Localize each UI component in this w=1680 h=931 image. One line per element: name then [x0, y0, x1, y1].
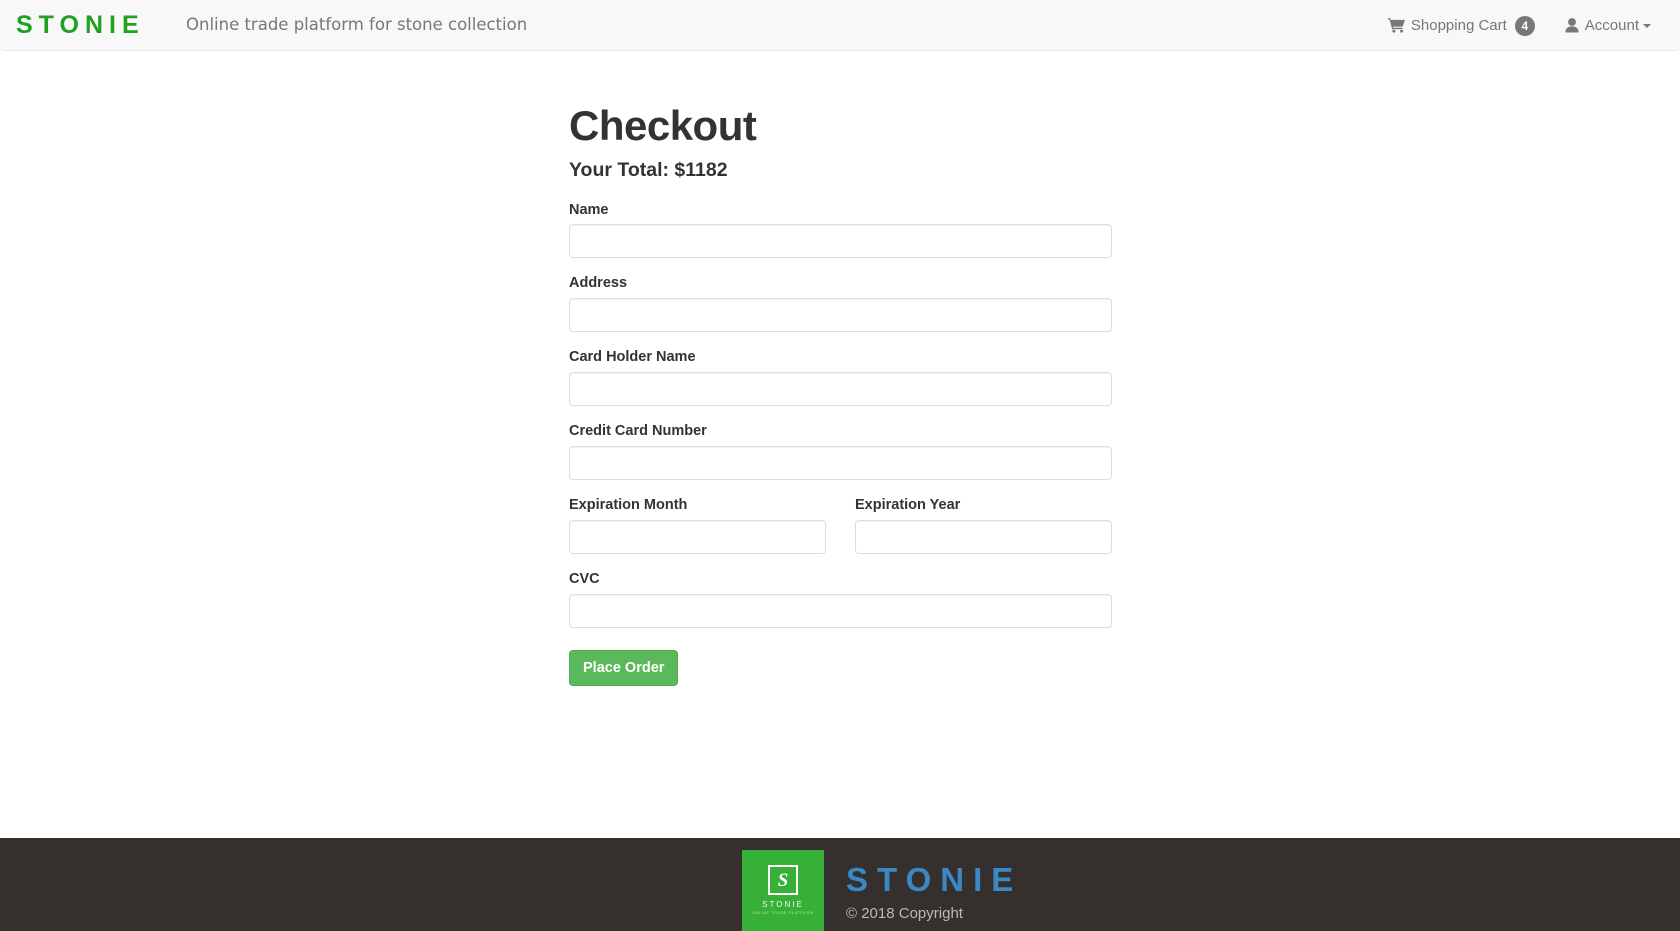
brand-tagline: Online trade platform for stone collecti… [186, 15, 528, 34]
account-dropdown[interactable]: Account [1550, 0, 1666, 51]
credit-card-number-input[interactable] [569, 445, 1112, 480]
footer-logo-tile: S STONIE ONLINE TRADE PLATFORM [742, 850, 824, 931]
card-holder-name-input[interactable] [569, 372, 1112, 407]
label-name: Name [569, 201, 609, 218]
navbar-right: Shopping Cart 4 Account [1373, 0, 1666, 51]
stonie-s-icon: S [768, 865, 798, 896]
footer-logo-tile-tagline: ONLINE TRADE PLATFORM [752, 911, 814, 916]
cart-count-badge: 4 [1514, 15, 1535, 36]
form-row-expiration: Expiration Month Expiration Year [569, 496, 1112, 554]
shopping-cart-label: Shopping Cart [1410, 17, 1507, 34]
label-expiration-year: Expiration Year [855, 496, 961, 513]
footer-copyright: © 2018 Copyright [846, 905, 963, 923]
name-input[interactable] [569, 224, 1112, 259]
brand-logo[interactable]: STONIE [16, 6, 145, 44]
label-credit-card-number: Credit Card Number [569, 423, 707, 440]
account-label: Account [1584, 17, 1639, 34]
order-total: Your Total: $1182 [569, 159, 728, 182]
logo-mark-letter: S [777, 869, 789, 891]
page-root: STONIE Online trade platform for stone c… [0, 0, 1680, 931]
footer-logo-tile-name: STONIE [762, 900, 804, 910]
place-order-button[interactable]: Place Order [569, 649, 679, 686]
label-cvc: CVC [569, 570, 600, 587]
expiration-month-input[interactable] [569, 519, 826, 554]
user-icon [1565, 18, 1579, 33]
address-input[interactable] [569, 298, 1112, 333]
shopping-cart-link[interactable]: Shopping Cart 4 [1373, 0, 1550, 51]
form-group-expiration-month: Expiration Month [569, 496, 826, 554]
form-group-address: Address [569, 274, 1112, 333]
label-card-holder-name: Card Holder Name [569, 349, 696, 366]
caret-down-icon [1643, 23, 1651, 28]
form-group-expiration-year: Expiration Year [855, 496, 1112, 554]
site-footer: S STONIE ONLINE TRADE PLATFORM STONIE © … [0, 838, 1680, 931]
form-group-name: Name [569, 201, 1112, 259]
shopping-cart-icon [1387, 18, 1405, 33]
label-address: Address [569, 275, 628, 292]
page-title: Checkout [569, 102, 757, 149]
expiration-year-input[interactable] [855, 519, 1112, 554]
form-group-cvc: CVC [569, 570, 1112, 628]
cvc-input[interactable] [569, 593, 1112, 628]
top-navbar: STONIE Online trade platform for stone c… [0, 0, 1680, 51]
label-expiration-month: Expiration Month [569, 496, 688, 513]
form-group-credit-card-number: Credit Card Number [569, 422, 1112, 480]
footer-content: S STONIE ONLINE TRADE PLATFORM STONIE © … [742, 850, 1022, 931]
checkout-form: Name Address Card Holder Name Credit Car… [569, 201, 1112, 686]
footer-text-block: STONIE © 2018 Copyright [846, 850, 1022, 924]
checkout-form-container: Checkout Your Total: $1182 Name Address … [569, 102, 1112, 686]
footer-brand: STONIE [846, 861, 1023, 898]
form-group-card-holder-name: Card Holder Name [569, 348, 1112, 407]
